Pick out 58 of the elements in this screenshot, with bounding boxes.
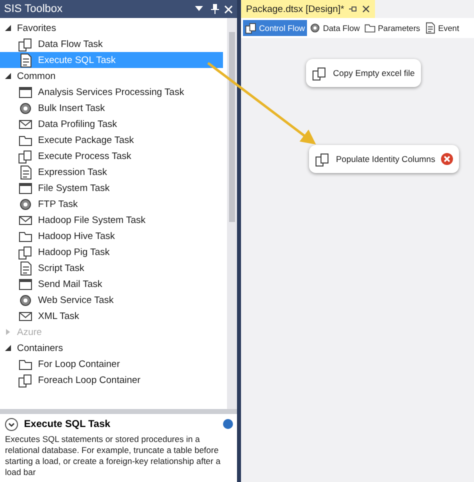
toolbox-item[interactable]: XML Task: [0, 308, 223, 324]
stack-icon: [18, 36, 33, 52]
folder-icon: [364, 22, 376, 34]
toolbox-item[interactable]: Hadoop Pig Task: [0, 244, 223, 260]
toolbox-item[interactable]: Foreach Loop Container: [0, 372, 223, 388]
section-header[interactable]: Favorites: [0, 20, 227, 36]
toolbox-item[interactable]: Data Flow Task: [0, 36, 223, 52]
document-icon: [424, 22, 436, 34]
stack-icon: [312, 66, 327, 80]
node-label: Copy Empty excel file: [333, 68, 415, 78]
collapse-triangle-icon[interactable]: [4, 344, 12, 352]
document-tab[interactable]: Package.dtsx [Design]*: [241, 0, 376, 18]
toolbox-item[interactable]: Expression Task: [0, 164, 223, 180]
toolbox-item[interactable]: FTP Task: [0, 196, 223, 212]
toolbox-item[interactable]: Analysis Services Processing Task: [0, 84, 223, 100]
toolbox-item[interactable]: Bulk Insert Task: [0, 100, 223, 116]
toolbox-item[interactable]: Script Task: [0, 260, 223, 276]
section-header[interactable]: Containers: [0, 340, 227, 356]
toolbox-item[interactable]: For Loop Container: [0, 356, 223, 372]
document-icon: [18, 260, 33, 276]
toolbox-item[interactable]: Execute Process Task: [0, 148, 223, 164]
stack-icon: [18, 372, 33, 388]
designer-tab[interactable]: Data Flow: [306, 20, 362, 36]
task-node[interactable]: Populate Identity Columns: [309, 145, 460, 173]
node-label: Populate Identity Columns: [336, 154, 436, 164]
dropdown-icon[interactable]: [192, 6, 206, 12]
toolbox-item[interactable]: Hadoop Hive Task: [0, 228, 223, 244]
stack-icon: [18, 244, 33, 260]
toolbox-item[interactable]: Execute Package Task: [0, 132, 223, 148]
window-icon: [18, 276, 33, 292]
toolbox-item[interactable]: Hadoop File System Task: [0, 212, 223, 228]
stack-icon: [245, 22, 257, 34]
toolbox-item[interactable]: Web Service Task: [0, 292, 223, 308]
stack-icon: [315, 152, 330, 166]
chevron-icon[interactable]: [5, 418, 18, 430]
panel-title: SIS Toolbox: [4, 3, 64, 15]
pin-icon[interactable]: [349, 6, 358, 12]
toolbox-item[interactable]: Send Mail Task: [0, 276, 223, 292]
document-icon: [18, 52, 33, 68]
section-header[interactable]: Common: [0, 68, 227, 84]
designer-tab[interactable]: Event: [422, 20, 462, 36]
collapse-triangle-icon[interactable]: [4, 24, 12, 32]
stack-icon: [18, 148, 33, 164]
description-text: Executes SQL statements or stored procedures in a relational database. For example, truncate a table before starting a load, or create a foreign-key relationship after a load bar: [5, 434, 222, 478]
collapse-triangle-icon[interactable]: [4, 72, 12, 80]
task-node[interactable]: Copy Empty excel file: [306, 59, 421, 87]
pin-icon[interactable]: [211, 4, 219, 14]
close-icon[interactable]: [362, 5, 370, 13]
toolbox-item[interactable]: File System Task: [0, 180, 223, 196]
description-title: Execute SQL Task: [24, 418, 112, 430]
scrollbar-thumb[interactable]: [229, 32, 235, 222]
window-icon: [18, 180, 33, 196]
toolbox-item[interactable]: Data Profiling Task: [0, 116, 223, 132]
designer-tab[interactable]: Parameters: [362, 20, 422, 36]
window-icon: [18, 84, 33, 100]
document-icon: [18, 164, 33, 180]
help-icon[interactable]: [223, 419, 233, 429]
designer-tab[interactable]: Control Flow: [243, 20, 307, 36]
